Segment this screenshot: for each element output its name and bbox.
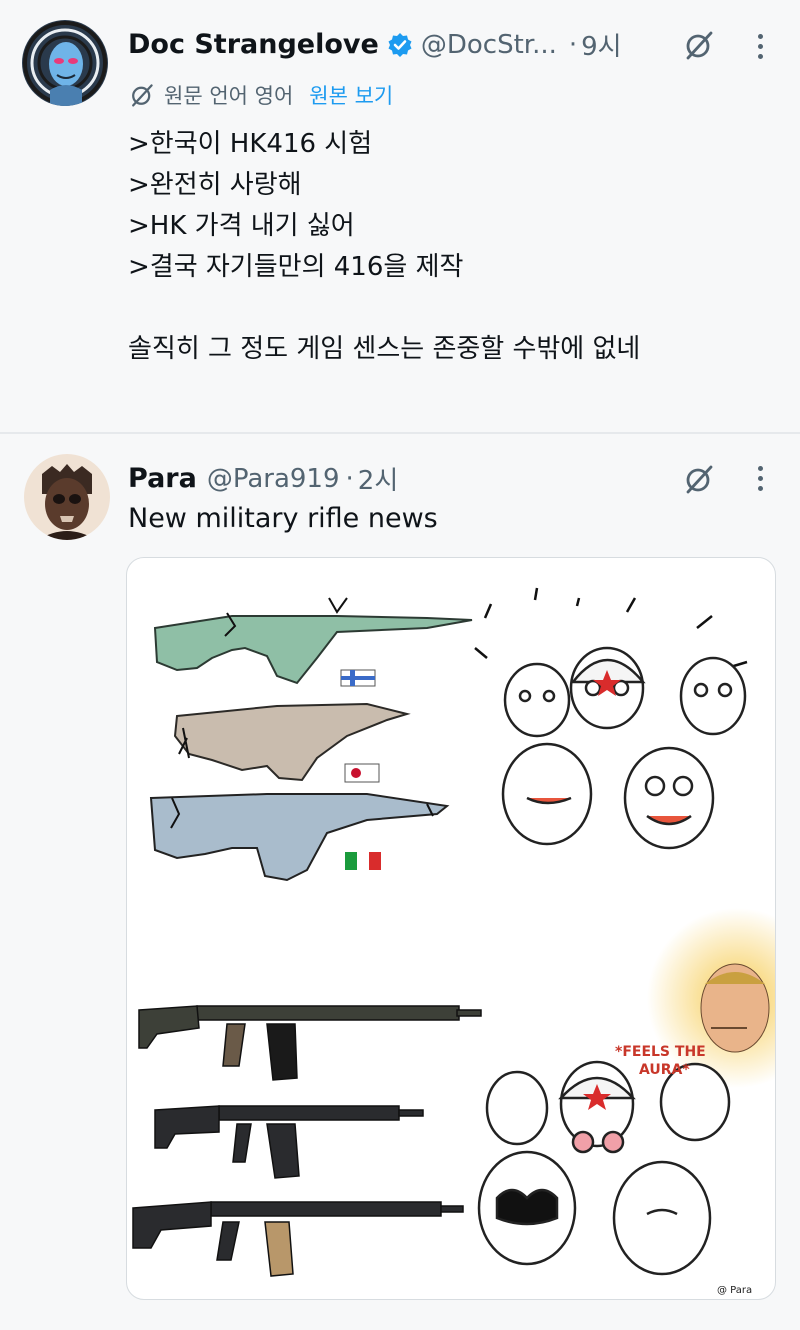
grok-icon[interactable] — [682, 28, 716, 62]
rifle-1 — [138, 1005, 482, 1081]
separator-dot: · — [568, 29, 578, 60]
post-image[interactable]: *FEELS THE AURA* @ Para — [126, 557, 776, 1300]
more-icon[interactable] — [755, 466, 765, 491]
crowd-bottom — [477, 1060, 731, 1276]
timestamp[interactable]: 9시 — [581, 26, 621, 63]
post-line: 솔직히 그 정도 게임 센스는 존중할 수밖에 없네 — [128, 334, 641, 364]
post-doc-strangelove[interactable]: Doc Strangelove @DocStr... · 9시 원문 언어 영어… — [0, 0, 800, 430]
timestamp[interactable]: 2시 — [358, 460, 398, 497]
separator-dot: · — [345, 463, 354, 494]
rifle-3 — [132, 1201, 464, 1277]
rifle-2 — [154, 1105, 424, 1179]
post-text: New military rifle news — [128, 503, 438, 534]
post-header: Para @Para919 · 2시 — [128, 460, 398, 497]
author-handle[interactable]: @Para919 — [207, 464, 340, 494]
more-icon[interactable] — [755, 34, 765, 59]
wrapped-rifle-blue — [149, 793, 450, 882]
translation-row: 원문 언어 영어 원본 보기 — [130, 80, 393, 110]
crowd-top — [474, 587, 748, 850]
avatar[interactable] — [22, 20, 108, 106]
verified-badge-icon — [387, 32, 413, 58]
post-header: Doc Strangelove @DocStr... · 9시 — [128, 26, 622, 63]
caption-aura: AURA* — [639, 1062, 690, 1078]
post-line: >완전히 사랑해 — [128, 170, 302, 200]
translate-icon — [130, 83, 154, 107]
author-name[interactable]: Para — [128, 463, 197, 494]
post-line: >HK 가격 내기 싫어 — [128, 211, 355, 241]
author-name[interactable]: Doc Strangelove — [128, 29, 379, 60]
comic-illustration: *FEELS THE AURA* @ Para — [132, 587, 775, 1296]
wrapped-rifle-beige — [173, 702, 411, 783]
wrapped-rifle-green — [153, 597, 473, 687]
post-line: >한국이 HK416 시험 — [128, 129, 373, 159]
show-original-link[interactable]: 원본 보기 — [309, 80, 393, 110]
artist-signature: @ Para — [717, 1285, 752, 1296]
post-text: >한국이 HK416 시험 >완전히 사랑해 >HK 가격 내기 싫어 >결국 … — [128, 124, 640, 370]
translate-status: 원문 언어 영어 — [164, 84, 294, 108]
avatar[interactable] — [24, 454, 110, 540]
post-line: >결국 자기들만의 416을 제작 — [128, 252, 464, 282]
aura-man — [700, 963, 770, 1053]
grok-icon[interactable] — [682, 462, 716, 496]
caption-feels: *FEELS THE — [615, 1044, 706, 1060]
author-handle[interactable]: @DocStr... — [421, 30, 557, 60]
